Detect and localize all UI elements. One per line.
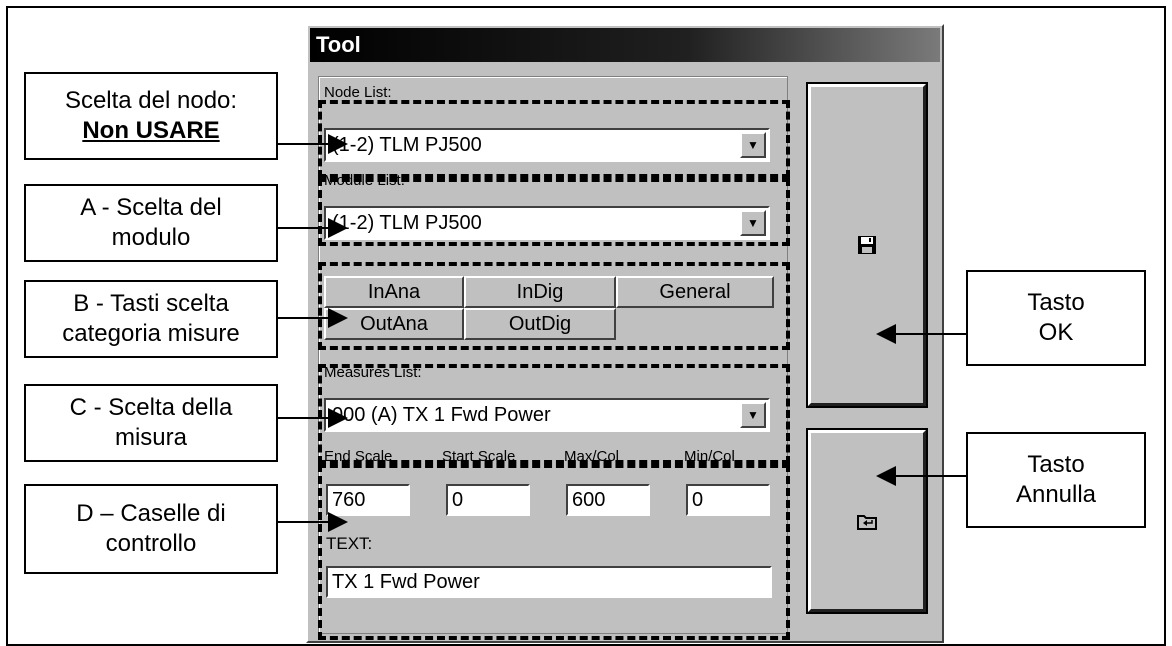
- arrow-overlay: [278, 134, 966, 532]
